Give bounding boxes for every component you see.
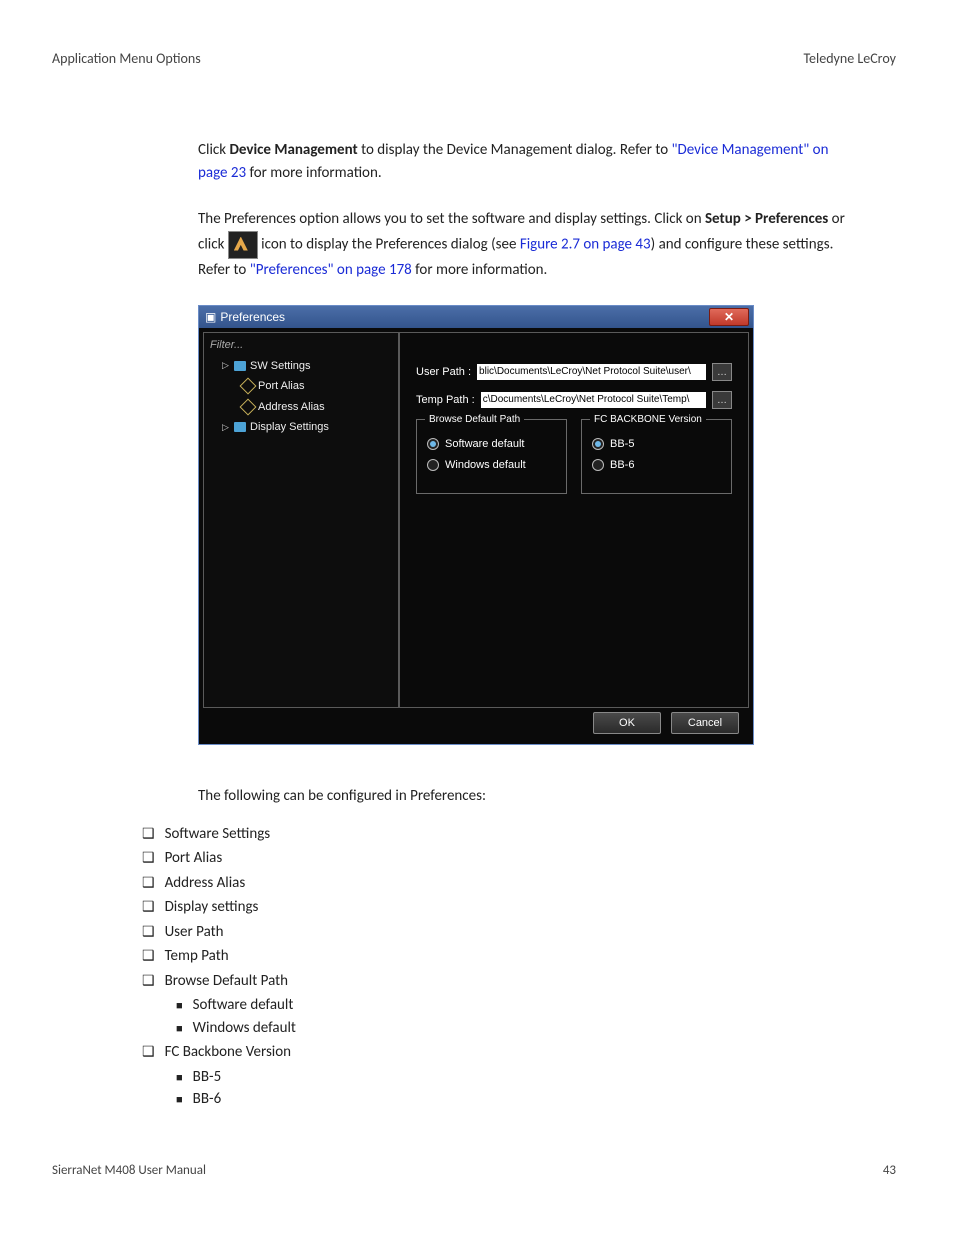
tree-display-settings[interactable]: ▷ Display Settings <box>204 417 398 438</box>
list-item: Address Alias <box>142 872 896 895</box>
config-list: Software Settings Port Alias Address Ali… <box>52 823 896 1111</box>
preferences-icon <box>228 231 258 259</box>
radio-bb5[interactable]: BB-5 <box>592 436 721 453</box>
expander-icon: ▷ <box>222 421 230 435</box>
titlebar: ▣ Preferences ✕ <box>199 306 753 328</box>
list-item: Browse Default Path Software default Win… <box>142 970 896 1040</box>
footer-right: 43 <box>883 1161 896 1181</box>
radio-software-default[interactable]: Software default <box>427 436 556 453</box>
cancel-button[interactable]: Cancel <box>671 712 739 734</box>
link-figure[interactable]: Figure 2.7 on page 43 <box>520 235 651 253</box>
list-item: Port Alias <box>142 847 896 870</box>
tag-icon <box>240 398 257 415</box>
paragraph-2: The Preferences option allows you to set… <box>198 208 856 281</box>
bold-device-management: Device Management <box>229 141 357 159</box>
list-sub-item: BB-6 <box>176 1088 896 1111</box>
bold-setup-prefs: Setup > Preferences <box>705 210 828 228</box>
tree-sw-settings[interactable]: ▷ SW Settings <box>204 356 398 377</box>
list-item: Display settings <box>142 896 896 919</box>
close-button[interactable]: ✕ <box>709 308 749 326</box>
radio-icon <box>592 459 604 471</box>
paragraph-1: Click Device Management to display the D… <box>198 139 856 184</box>
radio-icon <box>592 438 604 450</box>
user-path-label: User Path : <box>416 364 471 381</box>
ok-button[interactable]: OK <box>593 712 661 734</box>
list-item: Software Settings <box>142 823 896 846</box>
settings-pane: User Path : blic\Documents\LeCroy\Net Pr… <box>399 332 749 708</box>
folder-icon <box>234 422 246 432</box>
radio-icon <box>427 438 439 450</box>
tree-address-alias[interactable]: Address Alias <box>204 397 398 418</box>
list-item: User Path <box>142 921 896 944</box>
temp-path-label: Temp Path : <box>416 392 475 409</box>
list-item: FC Backbone Version BB-5 BB-6 <box>142 1041 896 1111</box>
header-right: Teledyne LeCroy <box>803 48 896 69</box>
tag-icon <box>240 378 257 395</box>
group-fc-backbone: FC BACKBONE Version BB-5 BB-6 <box>581 419 732 494</box>
list-item: Temp Path <box>142 945 896 968</box>
tree-port-alias[interactable]: Port Alias <box>204 376 398 397</box>
list-sub-item: BB-5 <box>176 1066 896 1089</box>
tree-filter[interactable]: Filter... <box>204 335 398 356</box>
user-path-input[interactable]: blic\Documents\LeCroy\Net Protocol Suite… <box>477 364 706 380</box>
radio-windows-default[interactable]: Windows default <box>427 457 556 474</box>
radio-bb6[interactable]: BB-6 <box>592 457 721 474</box>
browse-temp-button[interactable]: … <box>712 391 732 409</box>
browse-user-button[interactable]: … <box>712 363 732 381</box>
list-sub-item: Software default <box>176 994 896 1017</box>
header-left: Application Menu Options <box>52 48 201 69</box>
expander-icon: ▷ <box>222 359 230 373</box>
group-browse-default: Browse Default Path Software default Win… <box>416 419 567 494</box>
list-sub-item: Windows default <box>176 1017 896 1040</box>
radio-icon <box>427 459 439 471</box>
preferences-dialog: ▣ Preferences ✕ Filter... ▷ SW Settings … <box>198 305 754 745</box>
close-icon: ✕ <box>724 308 734 326</box>
group-title-fc: FC BACKBONE Version <box>590 412 706 427</box>
titlebar-icon: ▣ <box>205 308 216 326</box>
nav-tree: Filter... ▷ SW Settings Port Alias Addre… <box>203 332 399 708</box>
followup-text: The following can be configured in Prefe… <box>198 785 856 808</box>
dialog-title: Preferences <box>220 308 285 326</box>
footer-left: SierraNet M408 User Manual <box>52 1161 206 1181</box>
folder-icon <box>234 361 246 371</box>
group-title-browse: Browse Default Path <box>425 412 524 427</box>
temp-path-input[interactable]: c\Documents\LeCroy\Net Protocol Suite\Te… <box>481 392 706 408</box>
link-preferences[interactable]: "Preferences" on page 178 <box>250 261 412 279</box>
